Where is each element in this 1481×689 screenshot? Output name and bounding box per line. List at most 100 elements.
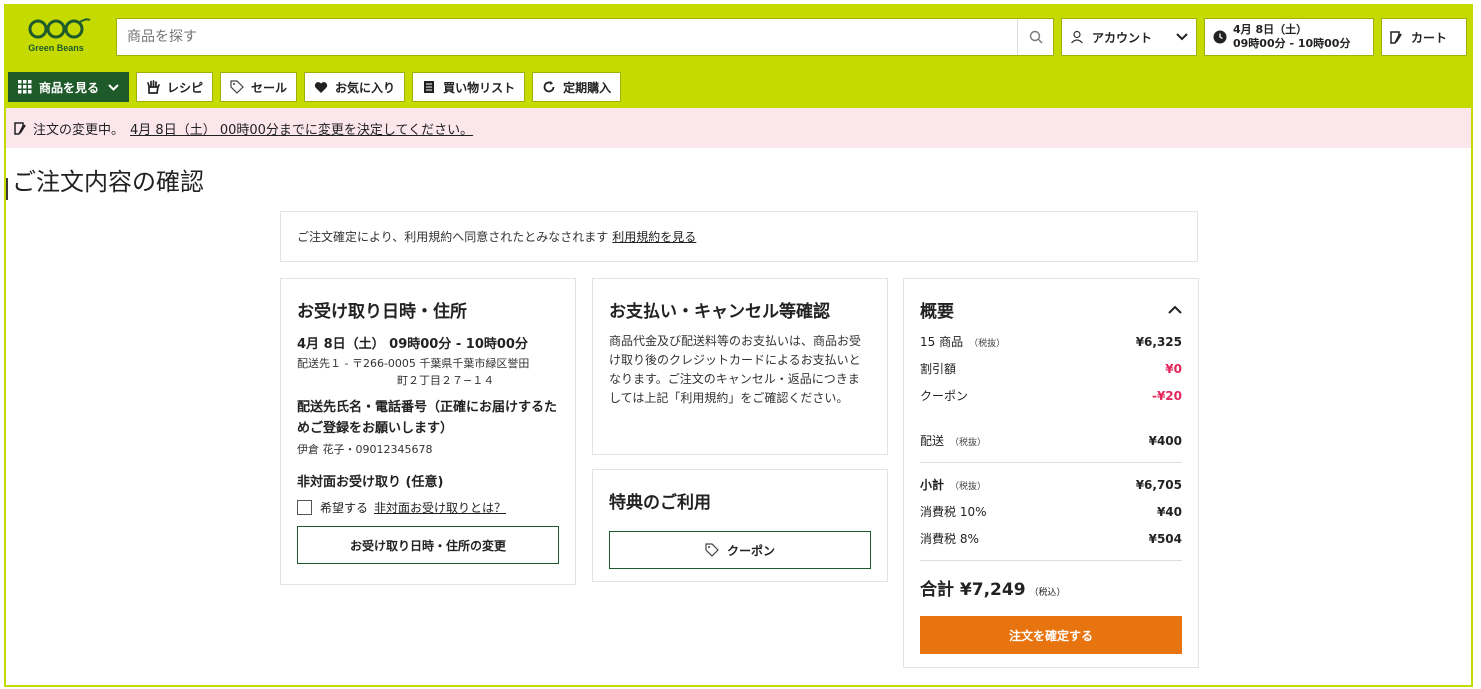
page-frame: Green Beans アカウント — [4, 4, 1473, 687]
order-total: 合計 ¥7,249 （税込） — [920, 575, 1182, 600]
tag-icon — [705, 543, 719, 557]
contact-title: 配送先氏名・電話番号（正確にお届けするためご登録をお願いします） — [297, 400, 558, 436]
delivery-slot-text: 4月 8日（土） 09時00分 - 10時00分 — [1233, 23, 1350, 51]
nav-label: お気に入り — [335, 80, 396, 95]
chevron-down-icon — [1176, 33, 1188, 41]
discount-label: 割引額 — [920, 362, 957, 376]
terms-notice: ご注文確定により、利用規約へ同意されたとみなされます 利用規約を見る — [280, 211, 1198, 262]
nav-recipes[interactable]: レシピ — [136, 72, 214, 102]
terms-text: ご注文確定により、利用規約へ同意されたとみなされます — [297, 230, 609, 244]
summary-row-tax10: 消費税 10% ¥40 — [920, 498, 1182, 525]
summary-title: 概要 — [920, 302, 954, 322]
nav-sale[interactable]: セール — [220, 72, 298, 102]
header: Green Beans アカウント — [6, 6, 1471, 108]
search-icon — [1029, 30, 1042, 44]
side-marker — [6, 178, 8, 200]
discount-value: ¥0 — [1165, 361, 1182, 376]
subtotal-value: ¥6,705 — [1135, 477, 1182, 492]
delivery-slot-time: 09時00分 - 10時00分 — [1233, 37, 1351, 50]
category-nav: 商品を見る レシピ セール お気に入り 買い物リスト 定期購入 — [8, 72, 628, 102]
coupon-label: クーポン — [920, 389, 969, 403]
notice-text: 注文の変更中。 — [33, 122, 125, 138]
nav-shopping-list[interactable]: 買い物リスト — [412, 72, 526, 102]
delivery-slot-date: 4月 8日（土） — [1233, 23, 1308, 36]
summary-row-shipping: 配送 （税抜） ¥400 — [920, 427, 1182, 454]
notice-deadline-link[interactable]: 4月 8日（土） 00時00分までに変更を決定してください。 — [130, 119, 473, 138]
account-button[interactable]: アカウント — [1061, 18, 1197, 56]
heart-icon — [314, 81, 328, 93]
tax-excl-note: （税抜） — [969, 339, 1006, 349]
divider — [920, 462, 1182, 463]
tax-excl-note: （税抜） — [950, 438, 987, 448]
search-button[interactable] — [1017, 19, 1053, 55]
hand-icon — [147, 80, 160, 94]
contactless-row: 希望する 非対面お受け取りとは？ — [297, 499, 559, 516]
benefits-title: 特典のご利用 — [609, 493, 711, 513]
nav-browse-products[interactable]: 商品を見る — [8, 72, 130, 102]
benefits-card: 特典のご利用 クーポン — [592, 469, 888, 582]
shipping-value: ¥400 — [1148, 433, 1182, 448]
tax8-value: ¥504 — [1148, 531, 1182, 546]
summary-row-subtotal: 小計 （税抜） ¥6,705 — [920, 471, 1182, 498]
items-value: ¥6,325 — [1135, 334, 1182, 349]
nav-subscription[interactable]: 定期購入 — [532, 72, 622, 102]
nav-label: セール — [251, 80, 288, 95]
search-bar — [116, 18, 1054, 56]
cart-label: カート — [1411, 30, 1448, 45]
summary-row-tax8: 消費税 8% ¥504 — [920, 525, 1182, 552]
clock-icon — [1213, 30, 1227, 44]
delivery-card: お受け取り日時・住所 4月 8日（土） 09時00分 - 10時00分 配送先１… — [280, 278, 576, 585]
summary-header: 概要 — [920, 297, 1182, 322]
summary-row-items: 15 商品 （税抜） ¥6,325 — [920, 328, 1182, 355]
nav-favorites[interactable]: お気に入り — [304, 72, 406, 102]
tax8-label: 消費税 8% — [920, 532, 979, 546]
edit-icon — [14, 121, 26, 135]
nav-label: レシピ — [167, 80, 204, 95]
list-icon — [424, 81, 435, 93]
tax10-label: 消費税 10% — [920, 505, 987, 519]
delivery-title: お受け取り日時・住所 — [297, 302, 467, 322]
terms-link[interactable]: 利用規約を見る — [612, 228, 696, 245]
nav-label: 買い物リスト — [443, 80, 516, 95]
account-label: アカウント — [1092, 30, 1153, 45]
contact-value: 伊倉 花子・09012345678 — [297, 443, 433, 456]
contactless-info-link[interactable]: 非対面お受け取りとは？ — [374, 499, 506, 516]
user-icon — [1071, 30, 1083, 44]
refresh-icon — [543, 81, 555, 93]
coupon-button-label: クーポン — [726, 543, 775, 558]
chevron-up-icon[interactable] — [1168, 305, 1182, 314]
tax10-value: ¥40 — [1156, 504, 1182, 519]
summary-row-discount: 割引額 ¥0 — [920, 355, 1182, 382]
nav-label: 定期購入 — [563, 80, 612, 95]
summary-row-coupon: クーポン -¥20 — [920, 382, 1182, 409]
delivery-address-line2: 町２丁目２７−１４ — [397, 374, 495, 387]
items-label: 15 商品 — [920, 335, 964, 349]
payment-text: 商品代金及び配送料等のお支払いは、商品お受け取り後のクレジットカードによるお支払… — [609, 334, 862, 405]
tag-icon — [230, 80, 244, 94]
payment-card: お支払い・キャンセル等確認 商品代金及び配送料等のお支払いは、商品お受け取り後の… — [592, 278, 888, 455]
contactless-checkbox[interactable] — [297, 500, 312, 515]
logo[interactable]: Green Beans — [20, 16, 92, 56]
cart-edit-icon — [1390, 30, 1402, 44]
confirm-order-button[interactable]: 注文を確定する — [920, 616, 1182, 654]
change-delivery-button[interactable]: お受け取り日時・住所の変更 — [297, 526, 559, 564]
page-title: ご注文内容の確認 — [12, 168, 204, 196]
grid-icon — [18, 80, 32, 94]
order-change-notice: 注文の変更中。 4月 8日（土） 00時00分までに変更を決定してください。 — [6, 108, 1471, 148]
logo-text: Green Beans — [28, 43, 84, 53]
summary-lines: 15 商品 （税抜） ¥6,325 割引額 ¥0 クーポン -¥20 配送 （税抜）… — [920, 328, 1182, 561]
delivery-slot-button[interactable]: 4月 8日（土） 09時00分 - 10時00分 — [1204, 18, 1374, 56]
coupon-button[interactable]: クーポン — [609, 531, 871, 569]
logo-icon — [28, 18, 91, 39]
total-label: 合計 ¥7,249 — [920, 580, 1026, 600]
tax-excl-note: （税抜） — [950, 482, 987, 492]
delivery-address-line1: 配送先１ - 〒266-0005 千葉県千葉市緑区誉田 — [297, 357, 530, 370]
cart-button[interactable]: カート — [1381, 18, 1467, 56]
search-input[interactable] — [117, 19, 1017, 55]
contactless-check-label: 希望する — [320, 501, 369, 515]
coupon-value: -¥20 — [1151, 388, 1182, 403]
delivery-datetime: 4月 8日（土） 09時00分 - 10時00分 — [297, 337, 528, 352]
summary-card: 概要 15 商品 （税抜） ¥6,325 割引額 ¥0 クーポン -¥20 配送 （… — [903, 278, 1199, 668]
subtotal-label: 小計 — [920, 478, 945, 492]
payment-title: お支払い・キャンセル等確認 — [609, 302, 830, 322]
